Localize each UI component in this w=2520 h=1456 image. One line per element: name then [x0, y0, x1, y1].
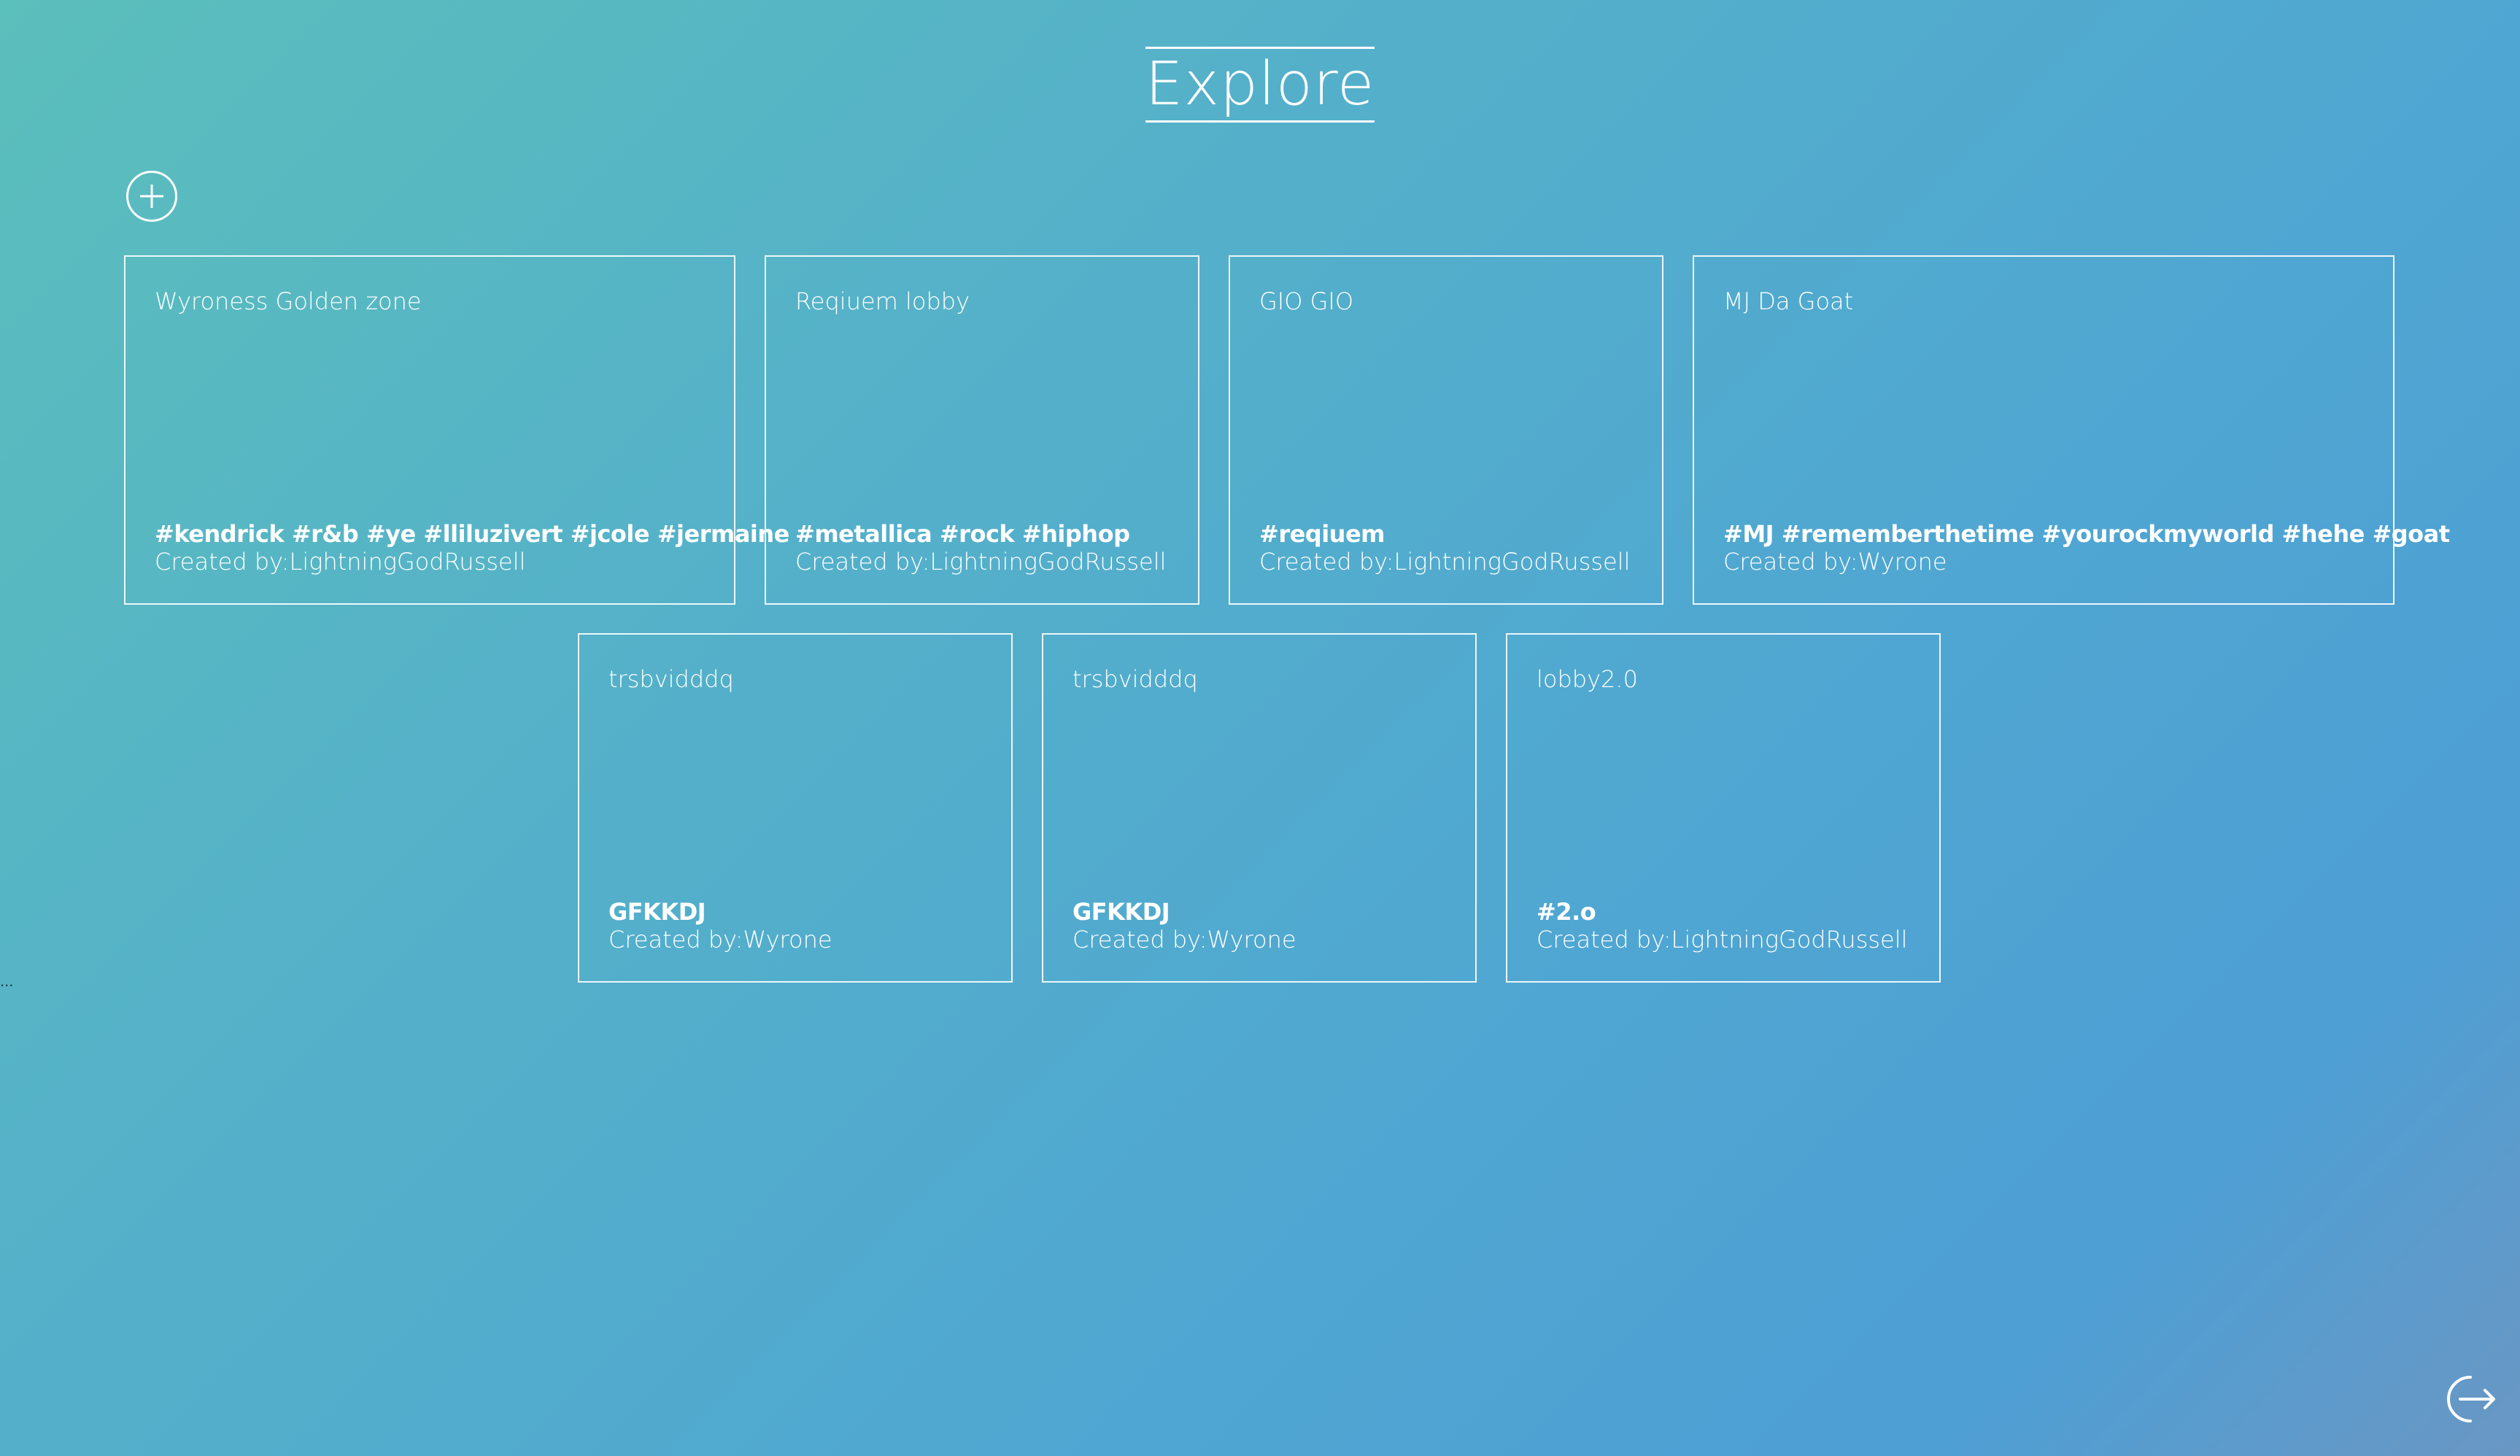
lobby-tags: #reqiuem	[1259, 520, 1385, 548]
lobby-creator: Created by:LightningGodRussell	[155, 548, 526, 576]
lobby-creator: Created by:LightningGodRussell	[795, 548, 1167, 576]
lobby-creator: Created by:Wyrone	[1723, 548, 1947, 576]
lobby-footer: GFKKDJ Created by:Wyrone	[1072, 898, 1296, 953]
lobby-footer: GFKKDJ Created by:Wyrone	[608, 898, 832, 953]
lobby-name: trsbvidddq	[1072, 665, 1198, 693]
lobby-footer: #metallica #rock #hiphop Created by:Ligh…	[795, 520, 1167, 576]
lobby-name: GIO GIO	[1259, 287, 1354, 315]
lobby-tags: #2.o	[1537, 898, 1596, 926]
lobby-name: lobby2.0	[1537, 665, 1638, 693]
lobby-creator: Created by:LightningGodRussell	[1537, 926, 1908, 953]
lobby-creator: Created by:Wyrone	[608, 926, 832, 953]
lobby-card[interactable]: trsbvidddq GFKKDJ Created by:Wyrone	[1042, 633, 1477, 983]
logout-button[interactable]	[2437, 1368, 2498, 1430]
lobby-tags: #kendrick #r&b #ye #lliluzivert #jcole #…	[155, 520, 789, 548]
lobby-card[interactable]: Wyroness Golden zone #kendrick #r&b #ye …	[124, 255, 789, 605]
lobby-footer: #2.o Created by:LightningGodRussell	[1537, 898, 1908, 953]
page-header: Explore	[0, 47, 2520, 123]
add-lobby-button[interactable]	[126, 171, 177, 222]
lobby-footer: #reqiuem Created by:LightningGodRussell	[1259, 520, 1631, 576]
lobby-card[interactable]: Reqiuem lobby #metallica #rock #hiphop C…	[765, 255, 1199, 605]
lobby-name: Wyroness Golden zone	[155, 287, 422, 315]
lobby-tags: GFKKDJ	[1072, 898, 1170, 926]
lobby-card[interactable]: MJ Da Goat #MJ #rememberthetime #yourock…	[1693, 255, 2450, 605]
lobby-tags: GFKKDJ	[608, 898, 706, 926]
lobby-creator: Created by:Wyrone	[1072, 926, 1296, 953]
lobby-tags: #MJ #rememberthetime #yourockmyworld #he…	[1723, 520, 2450, 548]
lobby-card[interactable]: trsbvidddq GFKKDJ Created by:Wyrone	[578, 633, 1013, 983]
plus-circle-icon	[140, 185, 163, 208]
lobby-footer: #MJ #rememberthetime #yourockmyworld #he…	[1723, 520, 2450, 576]
lobby-name: Reqiuem lobby	[795, 287, 970, 315]
lobby-tags: #metallica #rock #hiphop	[795, 520, 1130, 548]
lobby-footer: #kendrick #r&b #ye #lliluzivert #jcole #…	[155, 520, 789, 576]
lobby-name: MJ Da Goat	[1723, 287, 1854, 315]
lobby-creator: Created by:LightningGodRussell	[1259, 548, 1631, 576]
side-marker: ...	[0, 972, 14, 990]
lobby-card[interactable]: lobby2.0 #2.o Created by:LightningGodRus…	[1506, 633, 1941, 983]
lobby-name: trsbvidddq	[608, 665, 734, 693]
lobby-card[interactable]: GIO GIO #reqiuem Created by:LightningGod…	[1229, 255, 1663, 605]
logout-arrow-icon	[2447, 1376, 2495, 1422]
page-title: Explore	[1145, 47, 1375, 123]
